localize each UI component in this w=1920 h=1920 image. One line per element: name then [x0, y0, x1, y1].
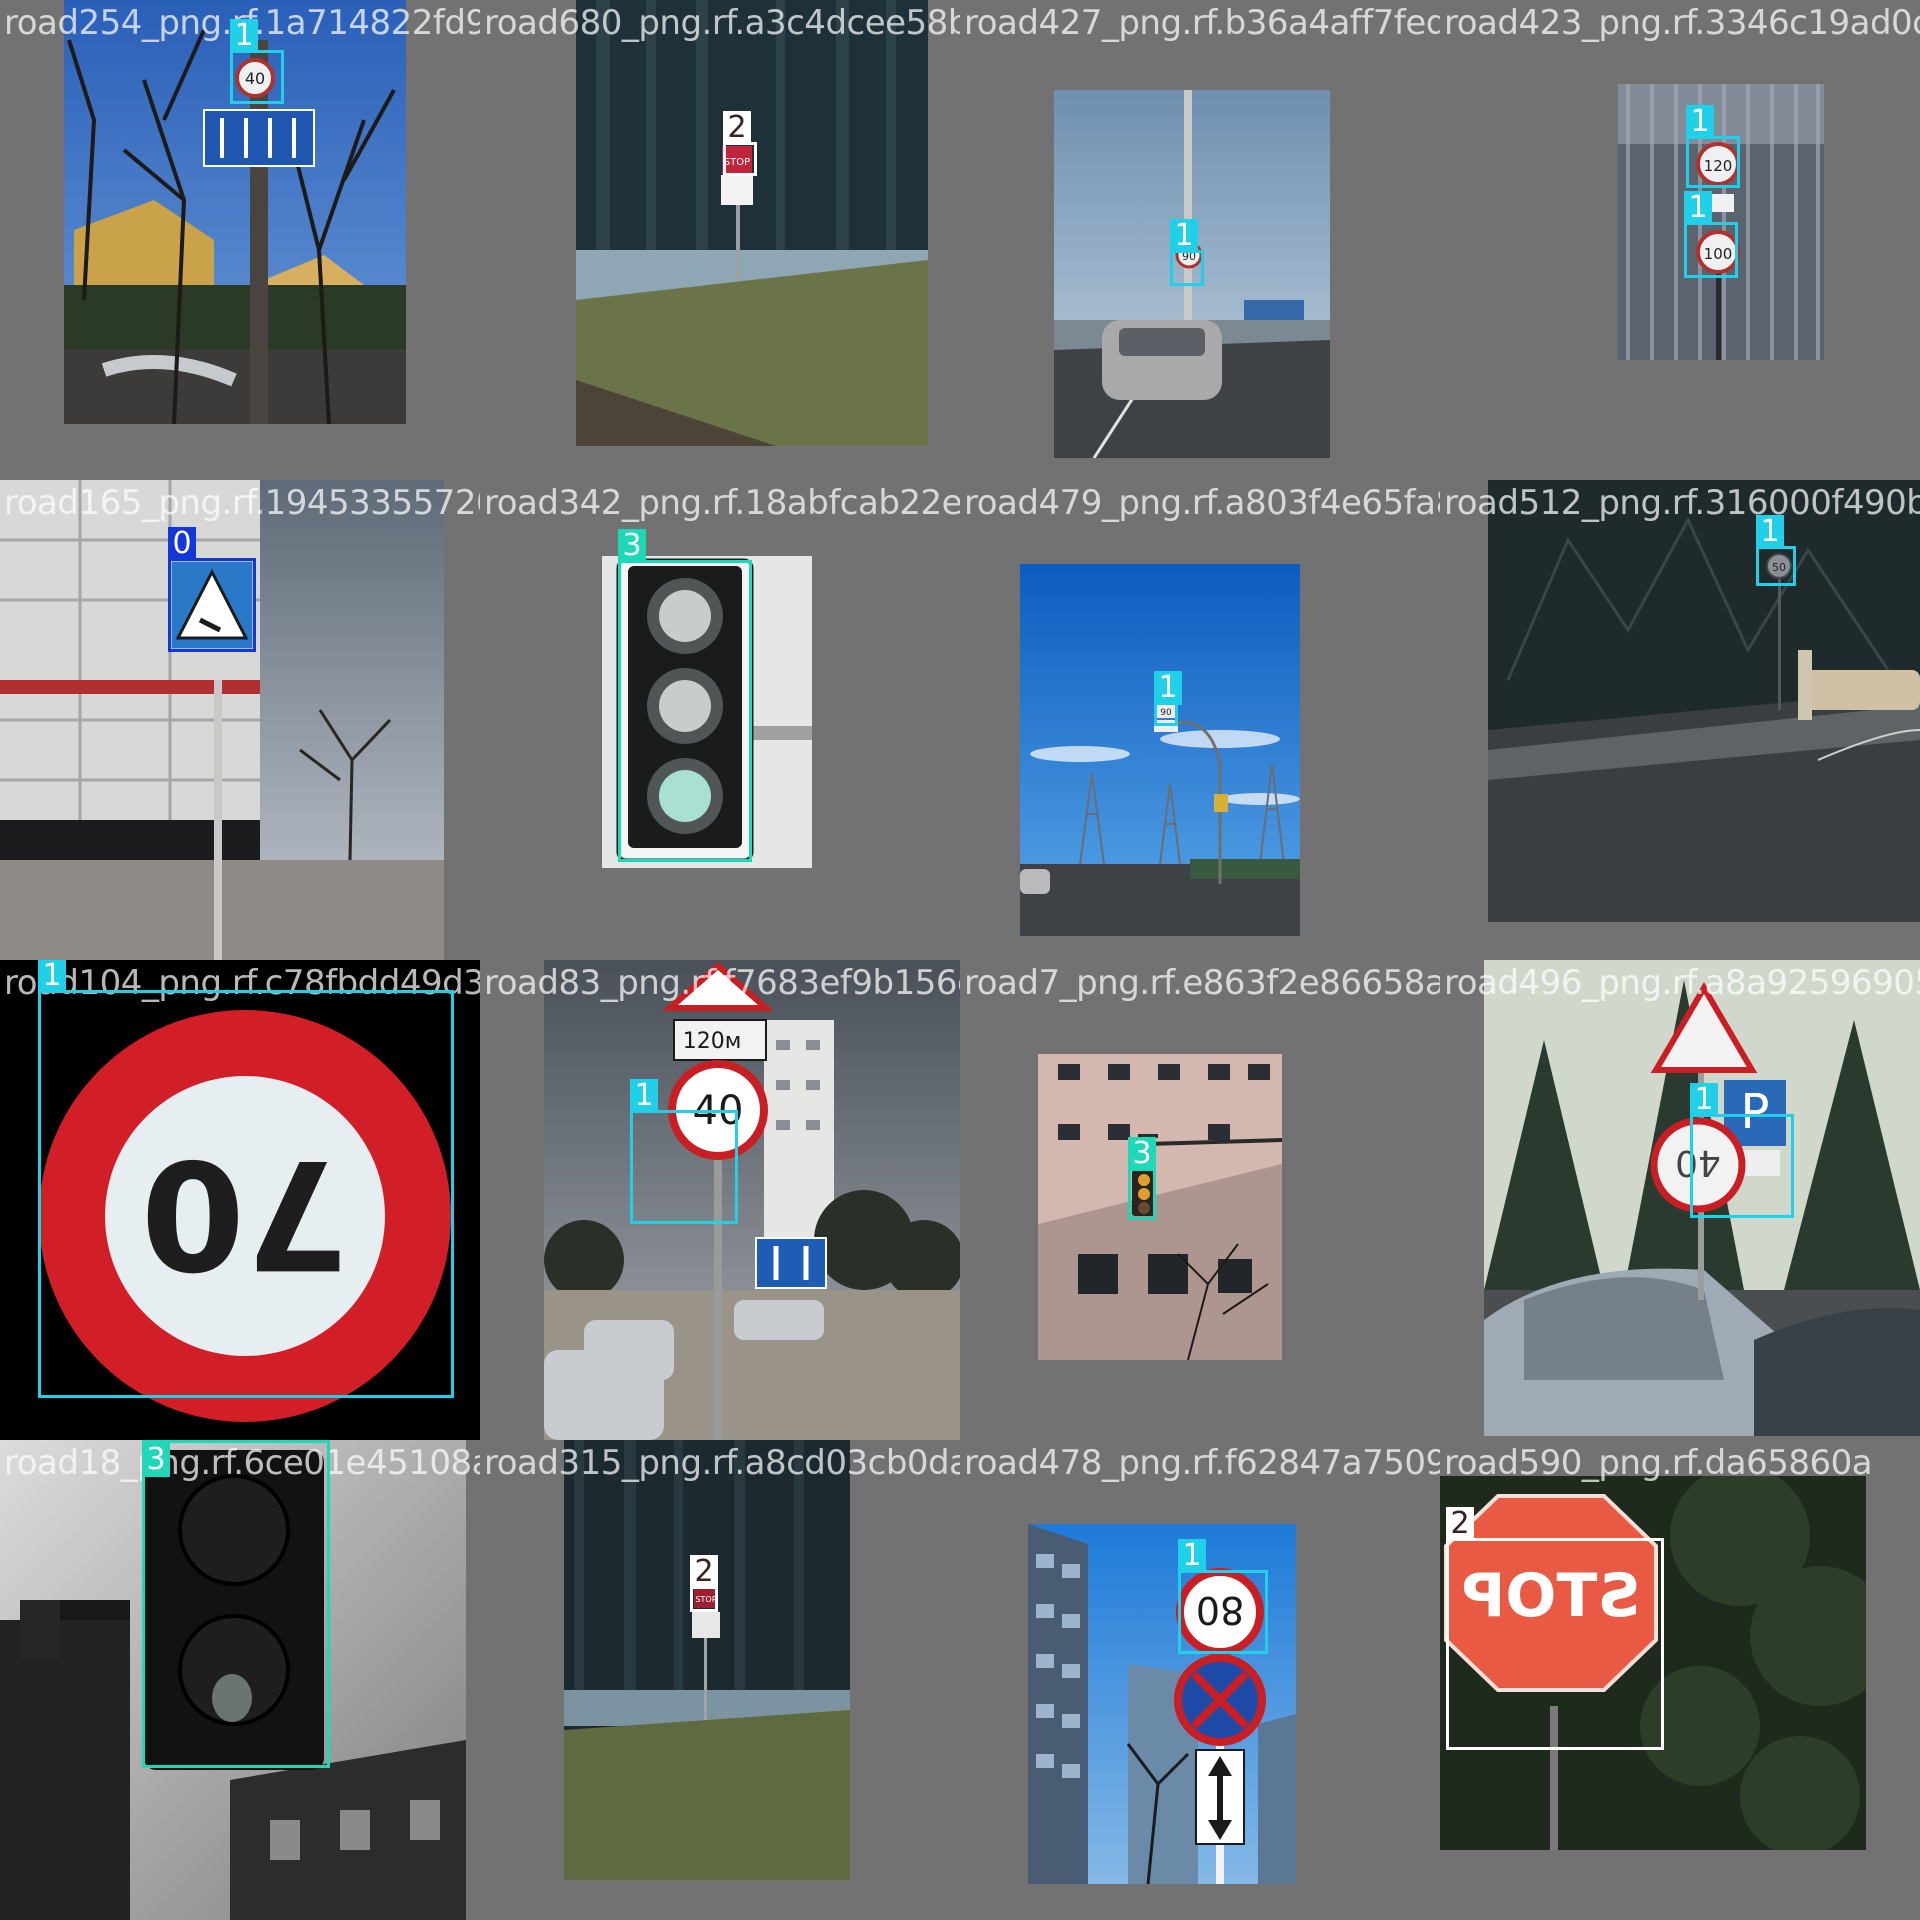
detection-box: 0 [168, 527, 256, 652]
class-label: 1 [1178, 1539, 1206, 1573]
image-filename: road7_png.rf.e863f2e86658a9a14960 [964, 963, 1440, 1003]
detection-box: 1 [1684, 191, 1738, 278]
detection-box: 2 [723, 111, 757, 176]
detection-box: 3 [618, 529, 752, 862]
detection-box: 1 [630, 1079, 738, 1224]
class-label: 3 [618, 529, 646, 563]
detection-box: 1 [1178, 1539, 1268, 1654]
tile: 80 road478_png.rf.f62847a75090d59023 1 [960, 1440, 1440, 1920]
detection-box: 1 [1170, 219, 1204, 286]
tile: 120м 40 road83_png.rf.f7683ef9b156e4a7f9… [480, 960, 960, 1440]
detection-box: 2 [1446, 1507, 1664, 1750]
class-label: 1 [1690, 1083, 1718, 1117]
image-filename: road315_png.rf.a8cd03cb0da47986 [484, 1443, 960, 1483]
detection-box: 1 [1756, 515, 1796, 586]
tile-photo [1038, 1054, 1282, 1360]
detection-box: 3 [1128, 1137, 1156, 1220]
tile: STOP road680_png.rf.a3c4dcee58b62842 2 [480, 0, 960, 480]
detection-box: 1 [1154, 671, 1182, 726]
tile-photo: 50 [1488, 480, 1920, 922]
class-label: 1 [230, 19, 258, 53]
tile: 90 road427_png.rf.b36a4aff7fed73487 1 [960, 0, 1440, 480]
image-filename: road342_png.rf.18abfcab22e7031f07 [484, 483, 960, 523]
image-filename: road479_png.rf.a803f4e65fa8f351f52 [964, 483, 1440, 523]
class-label: 1 [630, 1079, 658, 1113]
detection-box: 1 [230, 19, 284, 104]
tile: road165_png.rf.19453355720fdcb42 0 [0, 480, 480, 960]
class-label: 1 [38, 960, 66, 993]
tile: road18_png.rf.6ce01e45108ae6133158 3 [0, 1440, 480, 1920]
class-label: 1 [1686, 105, 1714, 139]
detection-box: 3 [142, 1440, 330, 1768]
tile: P 40 road496_png.rf.a8a92596905 1 [1440, 960, 1920, 1440]
class-label: 3 [1128, 1137, 1156, 1171]
tile-photo: STOP [576, 0, 928, 446]
tile: road7_png.rf.e863f2e86658a9a14960 3 [960, 960, 1440, 1440]
class-label: 3 [142, 1443, 170, 1477]
image-filename: road496_png.rf.a8a92596905 [1444, 963, 1920, 1003]
class-label: 0 [168, 527, 196, 561]
class-label: 1 [1756, 515, 1784, 549]
tile: 120 100 road423_png.rf.3346c19ad0c4 1 1 [1440, 0, 1920, 480]
class-label: 1 [1170, 219, 1198, 253]
image-filename: road423_png.rf.3346c19ad0c4 [1444, 3, 1920, 43]
image-filename: road512_png.rf.316000f490b [1444, 483, 1920, 523]
image-filename: road478_png.rf.f62847a75090d59023 [964, 1443, 1440, 1483]
tile-photo: STOP [564, 1440, 850, 1880]
tile: road342_png.rf.18abfcab22e7031f07 3 [480, 480, 960, 960]
detection-box: 1 [38, 960, 454, 1398]
mosaic-grid: 40 road254_png.rf.1a714822fd97d1680ac 1 [0, 0, 1920, 1920]
detection-box: 1 [1686, 105, 1740, 188]
sign-text: 120м [683, 1029, 742, 1054]
tile-photo: 90 [1020, 564, 1300, 936]
image-filename: road165_png.rf.19453355720fdcb42 [4, 483, 480, 523]
tile-photo [0, 480, 444, 960]
image-filename: road427_png.rf.b36a4aff7fed73487 [964, 3, 1440, 43]
class-label: 2 [690, 1555, 718, 1589]
tile-photo: 120м 40 [544, 960, 960, 1440]
class-label: 2 [1446, 1507, 1474, 1541]
tile: STOP road590_png.rf.da65860a 2 [1440, 1440, 1920, 1920]
tile: 90 road479_png.rf.a803f4e65fa8f351f52 1 [960, 480, 1440, 960]
detection-box: 2 [690, 1555, 718, 1612]
tile: 70 road104_png.rf.c78fbdd49d30ea1883 1 [0, 960, 480, 1440]
tile: STOP road315_png.rf.a8cd03cb0da47986 2 [480, 1440, 960, 1920]
class-label: 1 [1154, 671, 1182, 705]
class-label: 2 [723, 111, 751, 145]
image-filename: road83_png.rf.f7683ef9b156e4a7f9 [484, 963, 960, 1003]
class-label: 1 [1684, 191, 1712, 225]
tile: 50 road512_png.rf.316000f490b 1 [1440, 480, 1920, 960]
detection-box: 1 [1690, 1083, 1794, 1218]
image-filename: road680_png.rf.a3c4dcee58b62842 [484, 3, 960, 43]
tile: 40 road254_png.rf.1a714822fd97d1680ac 1 [0, 0, 480, 480]
image-filename: road590_png.rf.da65860a [1444, 1443, 1873, 1483]
